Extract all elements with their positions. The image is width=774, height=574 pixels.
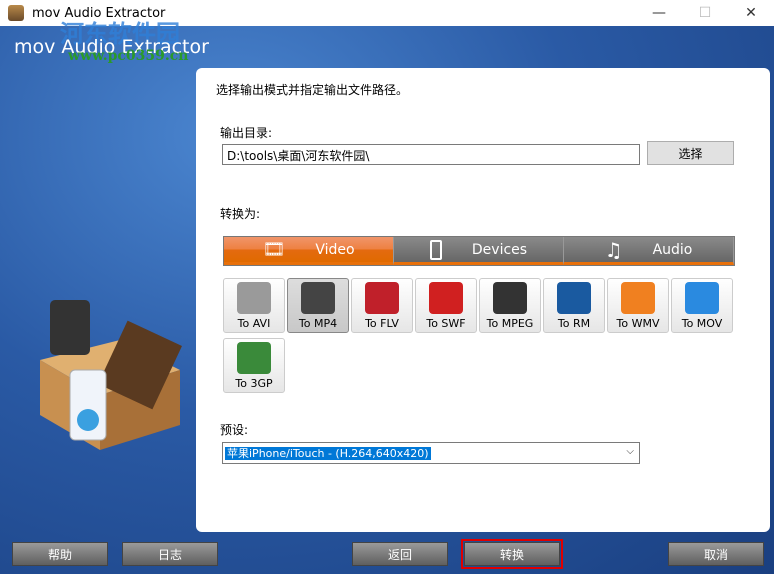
back-button[interactable]: 返回 — [352, 542, 448, 566]
tab-video[interactable]: 🎞 Video — [224, 237, 394, 265]
format-to-3gp-button[interactable]: To 3GP — [223, 338, 285, 393]
3gp-format-icon — [237, 342, 271, 374]
minimize-button[interactable]: — — [636, 0, 682, 26]
output-dir-input[interactable]: D:\tools\桌面\河东软件园\ — [222, 144, 640, 165]
music-note-icon: ♫ — [604, 237, 623, 262]
phone-icon — [429, 239, 442, 260]
format-to-wmv-button[interactable]: To WMV — [607, 278, 669, 333]
avi-format-icon — [237, 282, 271, 314]
watermark-url: www.pc0359.cn — [68, 48, 189, 64]
format-label: To FLV — [365, 317, 399, 330]
app-icon — [8, 5, 24, 21]
preset-value: 苹果iPhone/iTouch - (H.264,640x420) — [225, 447, 431, 460]
format-label: To MOV — [681, 317, 723, 330]
mpeg-format-icon — [493, 282, 527, 314]
format-to-mpeg-button[interactable]: To MPEG — [479, 278, 541, 333]
convert-button[interactable]: 转换 — [461, 539, 563, 569]
wmv-format-icon — [621, 282, 655, 314]
convert-to-label: 转换为: — [220, 207, 261, 221]
format-label: To 3GP — [235, 377, 273, 390]
film-icon: 🎞 — [262, 239, 286, 260]
format-label: To RM — [557, 317, 591, 330]
close-button[interactable]: ✕ — [728, 0, 774, 26]
swf-format-icon — [429, 282, 463, 314]
preset-label: 预设: — [220, 423, 249, 437]
browse-button[interactable]: 选择 — [647, 141, 734, 165]
help-button[interactable]: 帮助 — [12, 542, 108, 566]
format-label: To WMV — [616, 317, 660, 330]
rm-format-icon — [557, 282, 591, 314]
preset-select[interactable]: 苹果iPhone/iTouch - (H.264,640x420) ⌵ — [222, 442, 640, 464]
tab-label: Devices — [471, 241, 528, 258]
tab-label: Video — [315, 241, 355, 258]
product-box-illustration — [40, 300, 182, 450]
tab-audio[interactable]: ♫ Audio — [564, 237, 734, 265]
mp4-format-icon — [301, 282, 335, 314]
format-label: To MP4 — [298, 317, 338, 330]
instruction-text: 选择输出模式并指定输出文件路径。 — [216, 83, 409, 97]
format-to-rm-button[interactable]: To RM — [543, 278, 605, 333]
category-tabs: 🎞 Video Devices ♫ Audio — [223, 236, 735, 266]
format-to-mov-button[interactable]: To MOV — [671, 278, 733, 333]
maximize-button[interactable]: ☐ — [682, 0, 728, 26]
tab-devices[interactable]: Devices — [394, 237, 564, 265]
format-to-mp4-button[interactable]: To MP4 — [287, 278, 349, 333]
output-dir-label: 输出目录: — [220, 126, 273, 140]
mov-format-icon — [685, 282, 719, 314]
format-label: To AVI — [237, 317, 271, 330]
flv-format-icon — [365, 282, 399, 314]
chevron-down-icon: ⌵ — [626, 446, 634, 457]
tab-label: Audio — [652, 241, 693, 258]
format-to-flv-button[interactable]: To FLV — [351, 278, 413, 333]
format-to-avi-button[interactable]: To AVI — [223, 278, 285, 333]
cancel-button[interactable]: 取消 — [668, 542, 764, 566]
log-button[interactable]: 日志 — [122, 542, 218, 566]
format-label: To SWF — [426, 317, 466, 330]
format-label: To MPEG — [486, 317, 534, 330]
format-to-swf-button[interactable]: To SWF — [415, 278, 477, 333]
